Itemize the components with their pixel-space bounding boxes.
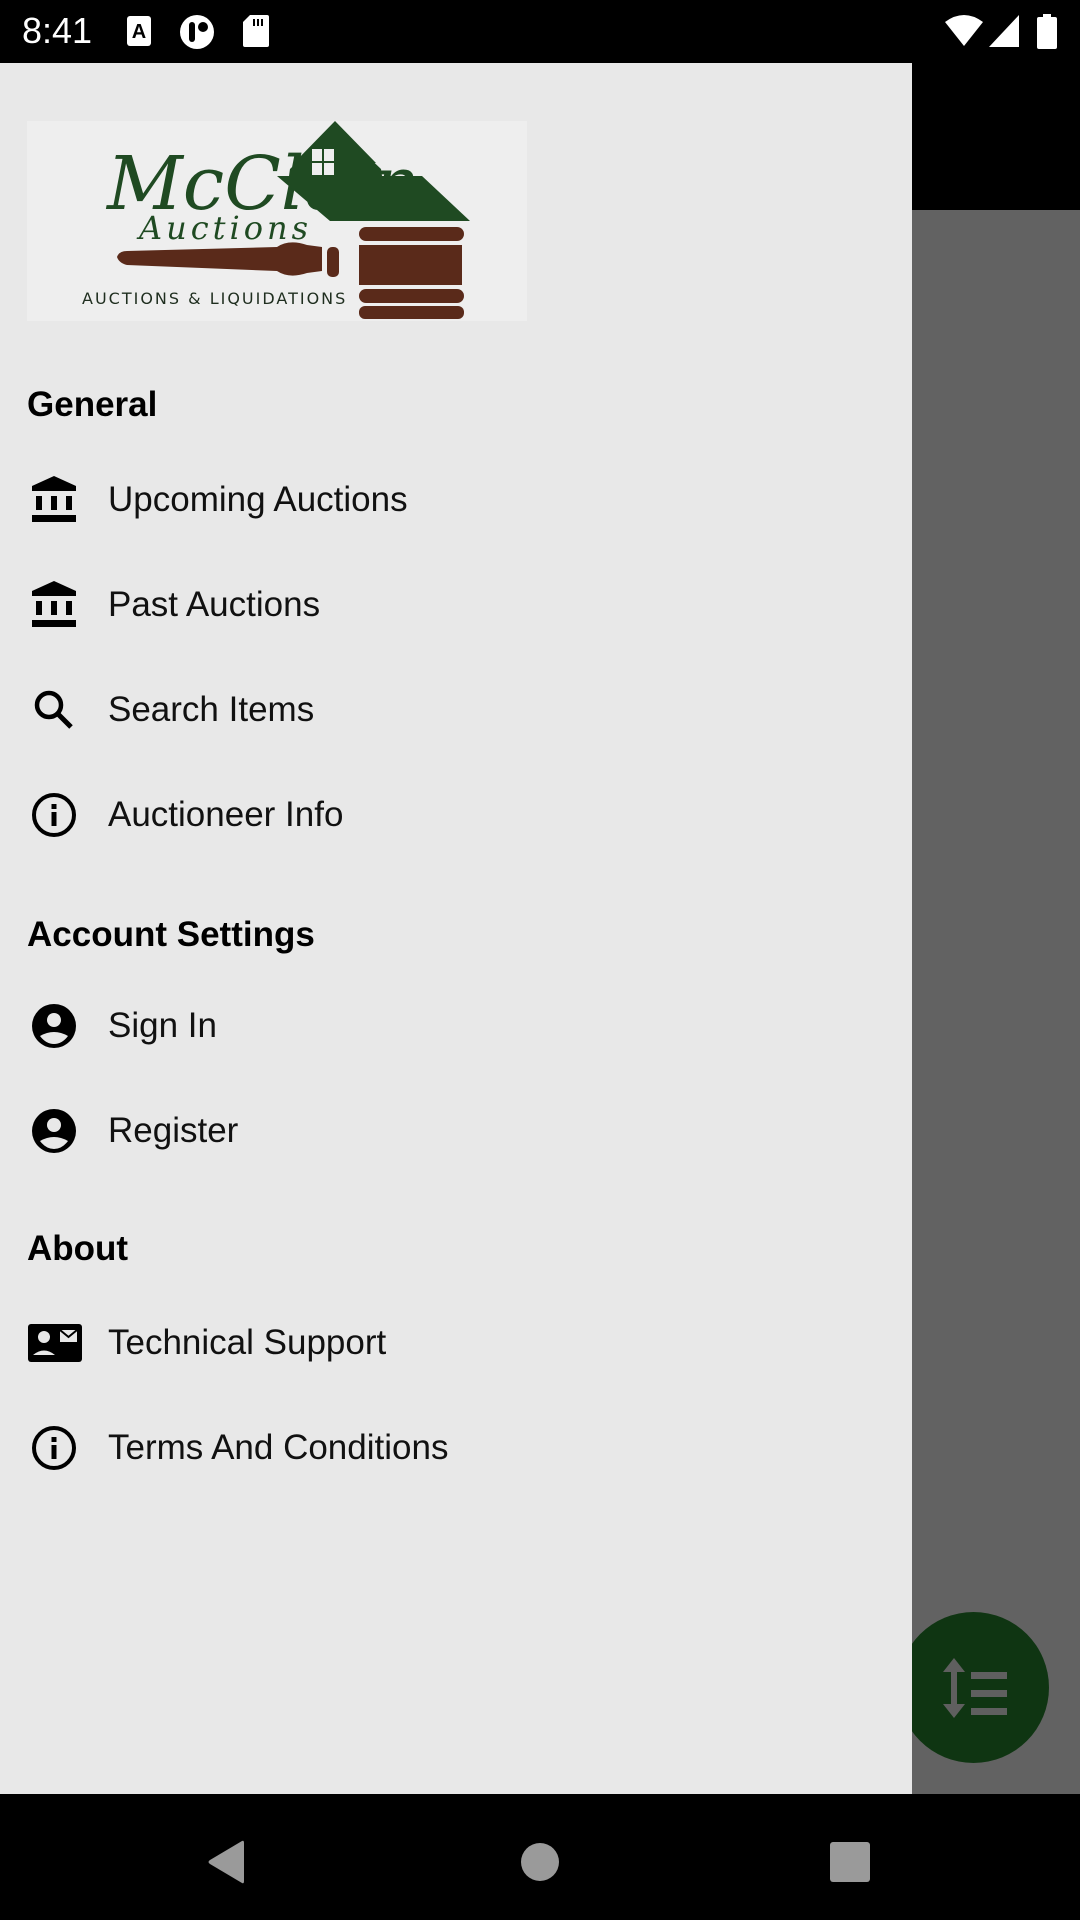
app-toolbar-behind-scrim: [912, 63, 1080, 210]
menu-item-sign-in[interactable]: Sign In: [0, 976, 912, 1076]
sort-fab-button[interactable]: [898, 1612, 1049, 1763]
font-a-icon: A: [126, 14, 152, 53]
bank-icon: [27, 473, 81, 527]
menu-label: Search Items: [108, 690, 315, 729]
cell-signal-icon: [988, 14, 1020, 53]
menu-item-technical-support[interactable]: Technical Support: [0, 1293, 912, 1393]
section-header-about: About: [27, 1229, 129, 1268]
menu-item-upcoming-auctions[interactable]: Upcoming Auctions: [0, 450, 912, 550]
account-circle-icon: [27, 1104, 81, 1158]
menu-label: Auctioneer Info: [108, 795, 344, 834]
logo-tagline: AUCTIONS & LIQUIDATIONS: [82, 289, 347, 308]
menu-label: Technical Support: [108, 1323, 387, 1362]
mcclain-auctions-logo: McClain Auctions AUCTIONS & LIQUIDATIONS: [27, 121, 527, 321]
logo-subtitle: Auctions: [136, 209, 312, 247]
system-navigation-bar: [0, 1794, 1080, 1920]
recents-button[interactable]: [820, 1832, 880, 1892]
vpn-key-icon: [178, 14, 216, 55]
back-button[interactable]: [196, 1832, 256, 1892]
bank-icon: [27, 578, 81, 632]
navigation-drawer: McClain Auctions AUCTIONS & LIQUIDATIONS…: [0, 63, 912, 1794]
recents-icon: [830, 1842, 870, 1882]
menu-label: Terms And Conditions: [108, 1428, 449, 1467]
menu-item-register[interactable]: Register: [0, 1081, 912, 1181]
account-circle-icon: [27, 999, 81, 1053]
sort-icon: [943, 1658, 1007, 1718]
home-icon: [521, 1843, 559, 1881]
info-icon: [27, 1421, 81, 1475]
section-header-general: General: [27, 385, 158, 424]
status-time: 8:41: [22, 10, 93, 51]
menu-label: Register: [108, 1111, 239, 1150]
status-bar: 8:41 A: [0, 0, 1080, 63]
menu-item-search-items[interactable]: Search Items: [0, 660, 912, 760]
search-icon: [27, 683, 81, 737]
battery-icon: [1036, 14, 1058, 55]
menu-item-past-auctions[interactable]: Past Auctions: [0, 555, 912, 655]
svg-text:A: A: [132, 21, 146, 43]
menu-label: Sign In: [108, 1006, 217, 1045]
menu-label: Upcoming Auctions: [108, 480, 408, 519]
sd-card-icon: [242, 14, 270, 53]
info-icon: [27, 788, 81, 842]
home-button[interactable]: [510, 1832, 570, 1892]
menu-item-terms-and-conditions[interactable]: Terms And Conditions: [0, 1398, 912, 1498]
section-header-account-settings: Account Settings: [27, 915, 315, 954]
contact-mail-icon: [27, 1316, 83, 1370]
back-icon: [208, 1840, 244, 1884]
wifi-icon: [944, 14, 984, 53]
drawer-scrim[interactable]: [912, 210, 1080, 1794]
menu-item-auctioneer-info[interactable]: Auctioneer Info: [0, 765, 912, 865]
menu-label: Past Auctions: [108, 585, 321, 624]
